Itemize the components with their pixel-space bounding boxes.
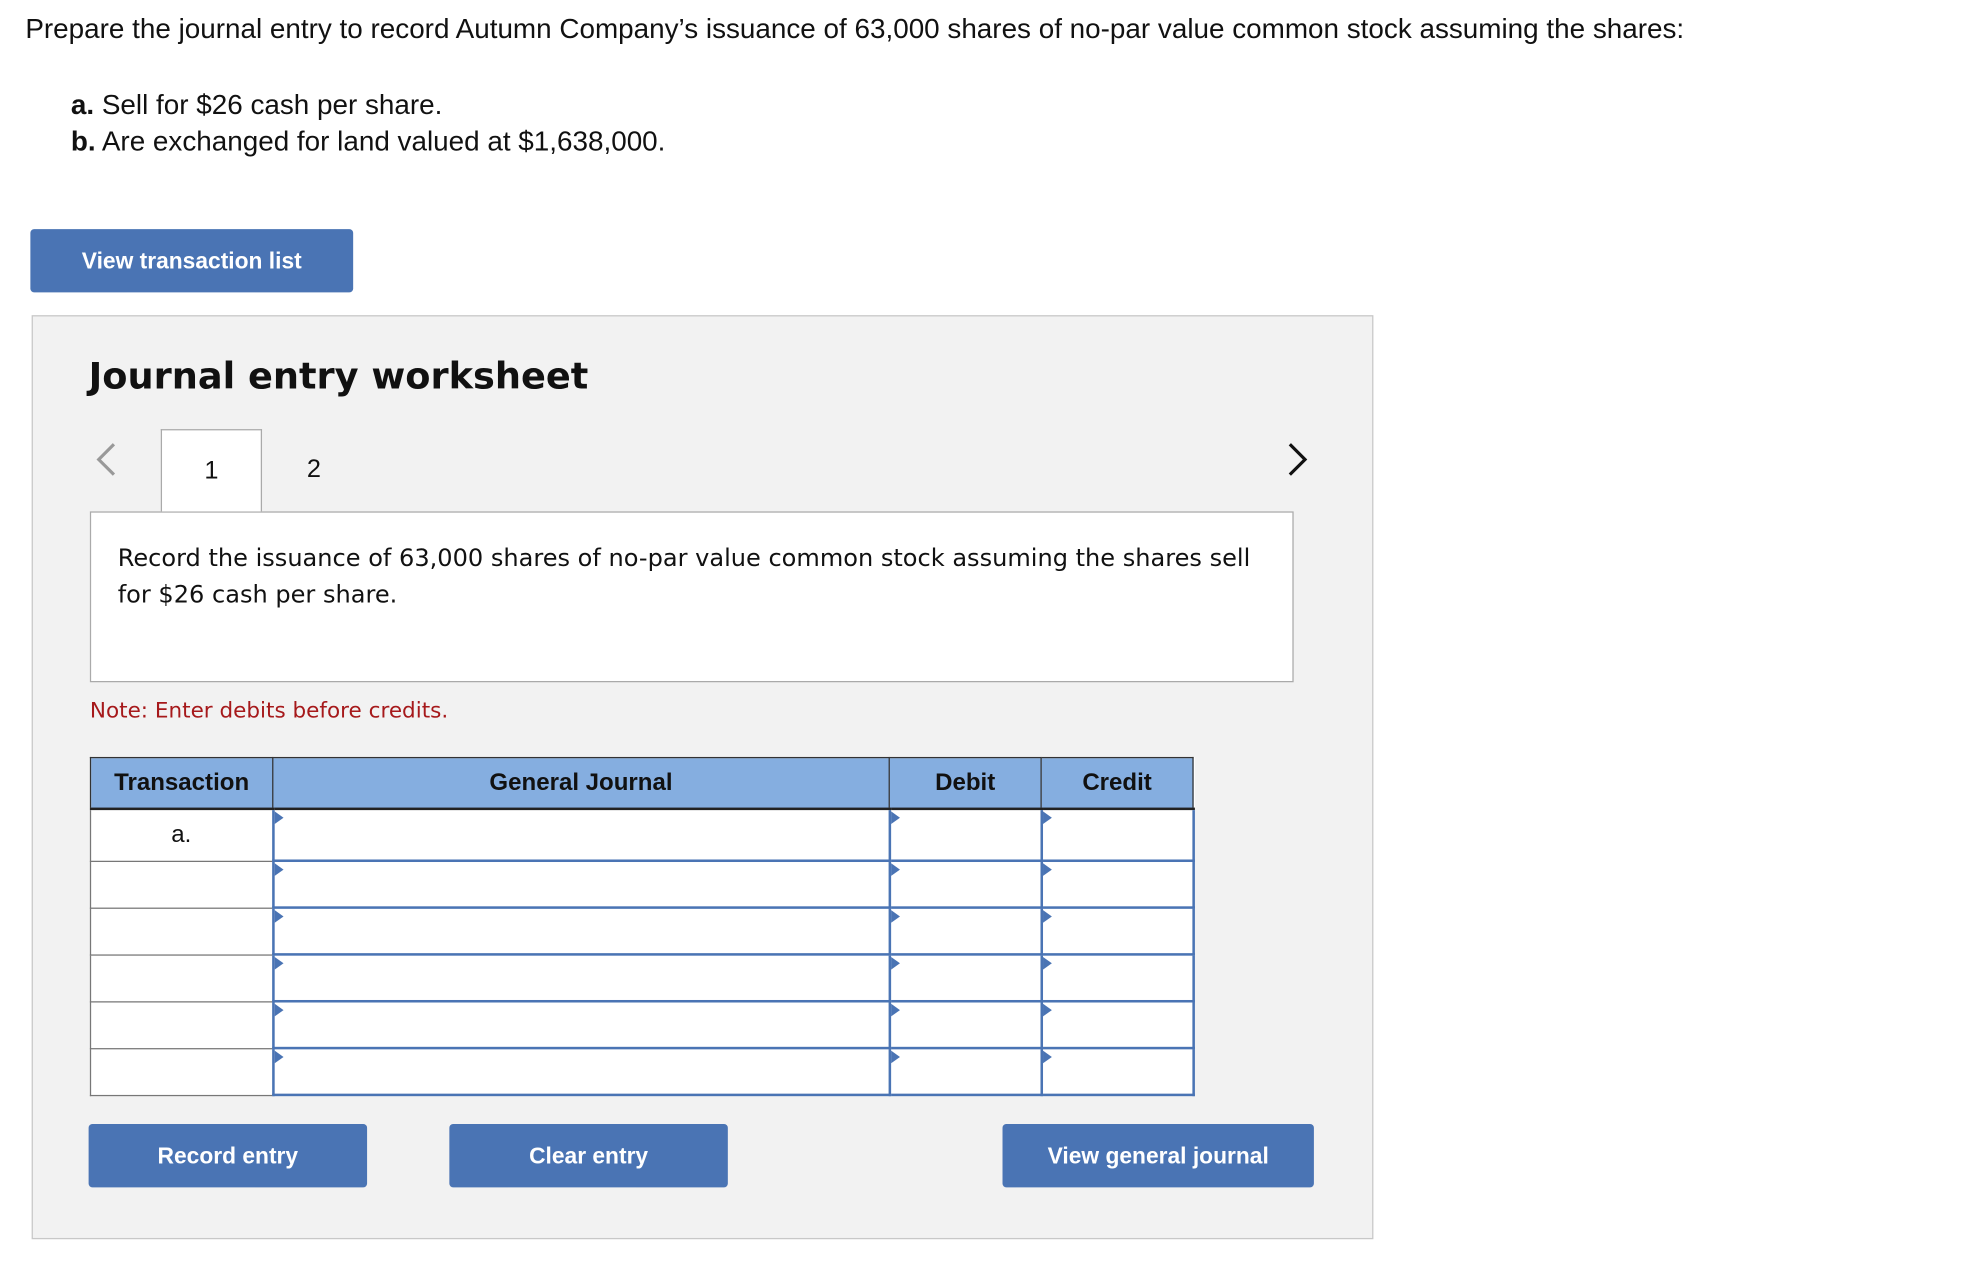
col-transaction: Transaction	[89, 756, 274, 811]
col-credit: Credit	[1040, 756, 1194, 811]
tab-2[interactable]: 2	[263, 429, 364, 511]
part-b: b. Are exchanged for land valued at $1,6…	[70, 125, 666, 157]
transaction-cell[interactable]: a.	[89, 808, 274, 862]
account-input[interactable]	[271, 906, 891, 956]
journal-table: Transaction General Journal Debit Credit…	[89, 756, 1195, 1097]
account-input[interactable]	[271, 859, 891, 909]
credit-input[interactable]	[1039, 1046, 1195, 1097]
account-input[interactable]	[271, 999, 891, 1050]
account-input[interactable]	[271, 1046, 891, 1097]
view-transaction-list-button[interactable]: View transaction list	[30, 229, 354, 293]
debit-input[interactable]	[887, 807, 1043, 863]
debit-input[interactable]	[887, 1046, 1043, 1097]
debit-input[interactable]	[887, 859, 1043, 909]
table-row	[89, 859, 1195, 909]
credit-input[interactable]	[1039, 999, 1195, 1050]
debit-input[interactable]	[887, 953, 1043, 1003]
view-general-journal-button[interactable]: View general journal	[1002, 1124, 1314, 1188]
col-debit: Debit	[888, 756, 1042, 811]
chevron-right-icon[interactable]	[1286, 442, 1309, 477]
transaction-cell[interactable]	[89, 1047, 274, 1096]
account-input[interactable]	[271, 953, 891, 1003]
transaction-cell[interactable]	[89, 906, 274, 956]
debit-input[interactable]	[887, 999, 1043, 1050]
worksheet-title: Journal entry worksheet	[88, 354, 589, 398]
clear-entry-button[interactable]: Clear entry	[449, 1124, 728, 1188]
instruction-box: Record the issuance of 63,000 shares of …	[89, 511, 1294, 683]
account-input[interactable]	[271, 807, 891, 863]
debit-input[interactable]	[887, 906, 1043, 956]
table-row: a.	[89, 807, 1195, 863]
table-row	[89, 906, 1195, 956]
credit-input[interactable]	[1039, 906, 1195, 956]
record-entry-button[interactable]: Record entry	[88, 1124, 368, 1188]
tab-1[interactable]: 1	[160, 429, 263, 512]
chevron-left-icon[interactable]	[95, 442, 118, 477]
table-row	[89, 953, 1195, 1003]
credit-input[interactable]	[1039, 859, 1195, 909]
credit-input[interactable]	[1039, 807, 1195, 863]
table-row	[89, 1046, 1195, 1097]
credit-input[interactable]	[1039, 953, 1195, 1003]
note-text: Note: Enter debits before credits.	[89, 698, 449, 725]
table-row	[89, 999, 1195, 1050]
transaction-cell[interactable]	[89, 953, 274, 1002]
part-a: a. Sell for $26 cash per share.	[70, 88, 443, 121]
transaction-cell[interactable]	[89, 860, 274, 909]
question-text: Prepare the journal entry to record Autu…	[25, 12, 1685, 45]
transaction-cell[interactable]	[89, 1000, 274, 1049]
col-general-journal: General Journal	[272, 756, 890, 811]
